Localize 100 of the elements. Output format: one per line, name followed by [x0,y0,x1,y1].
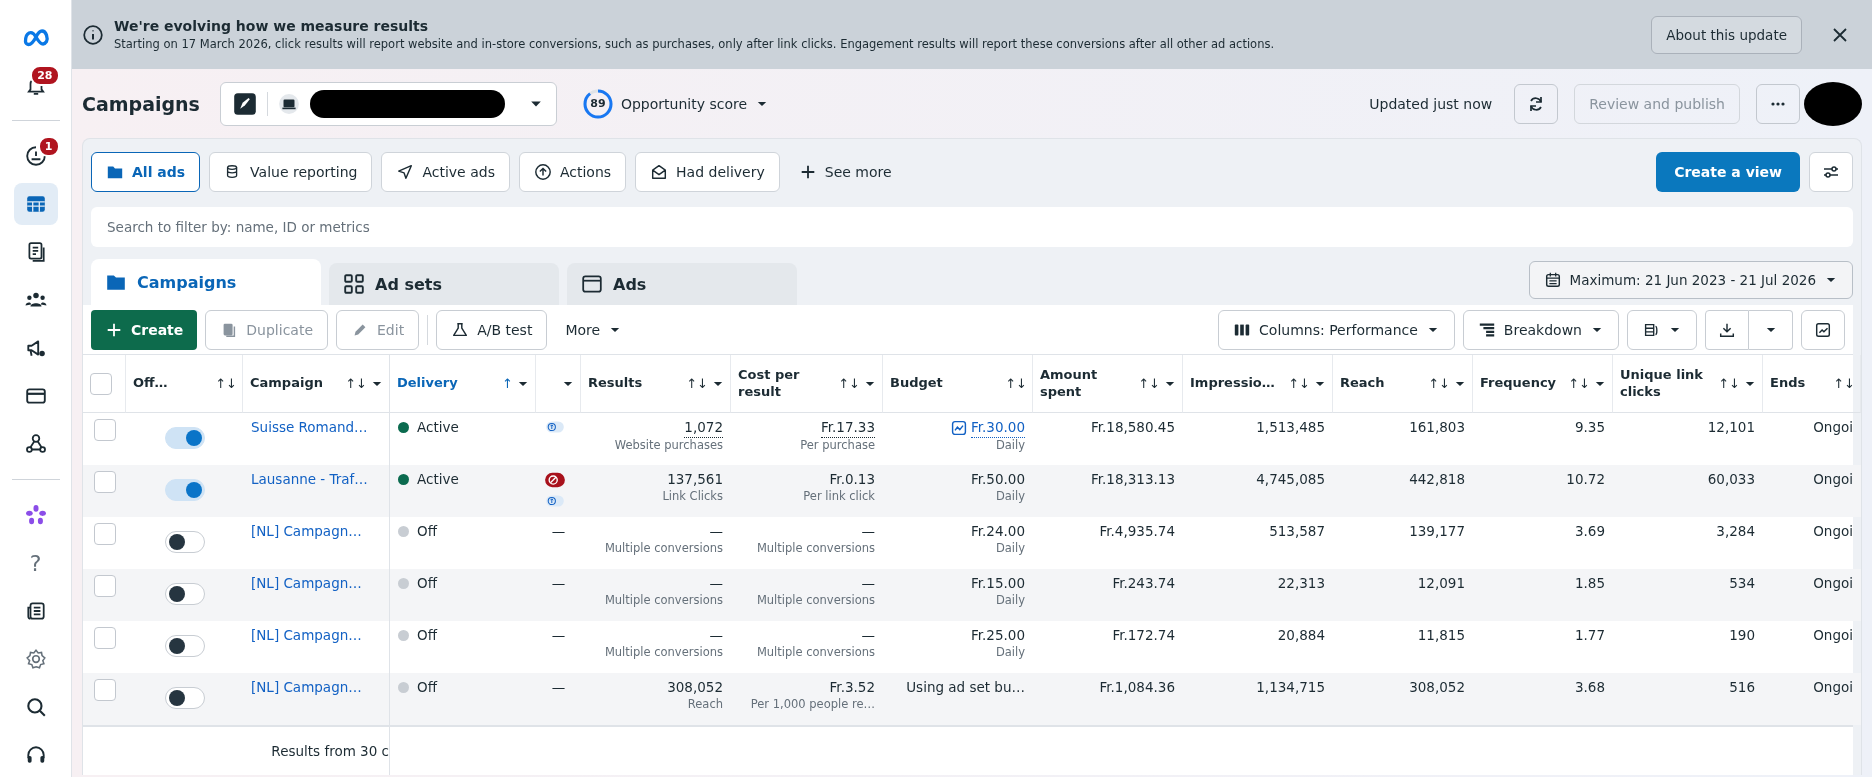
toggle-switch[interactable] [164,479,205,501]
column-header[interactable]: Frequency [1480,375,1566,392]
select-all-checkbox[interactable] [90,372,112,395]
table-cell: — [861,575,875,593]
sort-arrows[interactable]: ↑↓ [686,376,708,391]
table-cell: Fr.15.00 [970,575,1025,593]
column-header[interactable]: Delivery [397,375,500,392]
cell-caption: Multiple conversions [756,540,875,556]
toggle-switch[interactable] [164,635,205,657]
level-tab[interactable]: Ad sets [329,263,559,305]
date-range-button[interactable]: Maximum: 21 Jun 2023 - 21 Jul 2026 [1528,261,1853,299]
table-cell: — [709,627,723,645]
sidebar-item[interactable]: 1 [13,135,58,177]
delivery-status: Off [417,627,437,645]
column-header[interactable]: Cost per result [738,366,836,401]
table-cell: 1.77 [1574,627,1605,645]
campaign-link[interactable]: [NL] Campagn… [251,627,362,645]
toggle-switch[interactable] [164,687,205,709]
table-cell: 534 [1729,575,1755,593]
sort-arrows[interactable]: ↑↓ [1005,376,1027,391]
level-tab[interactable]: Campaigns [91,259,321,305]
column-header[interactable]: Off… [133,375,213,392]
toggle-switch[interactable] [164,531,205,553]
row-checkbox[interactable] [93,471,116,493]
create-button[interactable]: Create [91,309,198,350]
sort-arrows[interactable]: ↑↓ [1718,376,1740,391]
table-cell[interactable]: Fr.30.00 [970,419,1025,438]
row-checkbox[interactable] [93,627,116,649]
sidebar-item[interactable]: 28 [13,64,58,106]
table-cell: — [709,575,723,593]
campaign-link[interactable]: [NL] Campagn… [251,523,362,541]
column-header[interactable]: Unique link clicks [1620,366,1716,401]
column-header[interactable]: Impressio… [1190,375,1286,392]
sort-arrows[interactable]: ↑↓ [215,376,237,391]
column-header[interactable]: Results [588,375,684,392]
toggle-switch[interactable] [164,583,205,605]
sidebar-item[interactable]: ? [13,542,58,584]
table-cell: Fr.18,580.45 [1090,419,1175,437]
filter-button[interactable]: All ads [91,152,201,192]
column-header[interactable]: Campaign [250,375,343,392]
toggle-switch[interactable] [164,427,205,449]
paper-plane-icon [396,163,415,181]
about-update-button[interactable]: About this update [1651,15,1802,54]
row-checkbox[interactable] [93,679,116,701]
columns-dropdown[interactable]: Columns: Performance [1218,309,1455,350]
filter-button[interactable]: Value reporting [209,152,373,192]
table-cell: 161,803 [1409,419,1465,437]
table-cell: — [861,523,875,541]
row-checkbox[interactable] [93,523,116,545]
export-button[interactable] [1705,309,1749,350]
column-header[interactable]: Budget [890,375,1003,392]
row-checkbox[interactable] [93,575,116,597]
filter-button[interactable]: Had delivery [635,152,780,192]
sort-arrows[interactable]: ↑ [502,376,513,391]
see-more-button[interactable]: See more [788,163,902,181]
level-tab[interactable]: Ads [567,263,797,305]
breakdown-dropdown[interactable]: Breakdown [1462,309,1619,350]
page-title: Campaigns [82,92,200,115]
table-cell: Fr.25.00 [970,627,1025,645]
table-cell: Fr.4,935.74 [1099,523,1175,541]
column-header[interactable]: Amount spent [1040,366,1136,401]
card-icon [24,385,47,407]
refresh-button[interactable] [1514,83,1559,124]
column-header[interactable]: Ends [1770,375,1831,392]
delivery-status: Off [417,679,437,697]
window-icon [581,273,603,295]
table-cell: 11,815 [1417,627,1465,645]
delivery-status: Active [417,471,459,489]
column-header[interactable]: Reach [1340,375,1426,392]
account-selector[interactable] [219,81,557,126]
sort-arrows[interactable]: ↑↓ [1568,376,1590,391]
table-cell: 10.72 [1566,471,1605,489]
grid-icon [343,273,365,295]
row-checkbox[interactable] [93,419,116,441]
sort-arrows[interactable]: ↑↓ [1138,376,1160,391]
delivery-status: Off [417,523,437,541]
charts-button[interactable] [1801,309,1845,350]
headset-icon [24,744,47,766]
more-dropdown[interactable]: More [555,321,633,338]
filter-button[interactable]: Active ads [381,152,510,192]
sort-arrows[interactable]: ↑↓ [1428,376,1450,391]
table-cell: Ongoi [1813,523,1853,541]
table-cell: 1.85 [1574,575,1605,593]
sort-arrows[interactable]: ↑↓ [838,376,860,391]
create-view-button[interactable]: Create a view [1656,152,1800,192]
campaign-link[interactable]: Suisse Romand… [251,419,368,437]
flower-icon [24,504,47,526]
table-cell: 1,134,715 [1256,679,1325,697]
search-field[interactable]: Search to filter by: name, ID or metrics [91,207,1853,247]
view-settings-button[interactable] [1809,152,1853,192]
filter-button[interactable]: Actions [518,152,627,192]
calendar-icon [1543,271,1562,289]
table-icon [24,193,47,215]
opportunity-score-button[interactable]: 89 Opportunity score [572,88,780,119]
sort-arrows[interactable]: ↑↓ [345,376,367,391]
sort-arrows[interactable]: ↑↓ [1288,376,1310,391]
ab-test-button[interactable]: A/B test [436,309,548,350]
settings-icon [24,648,47,670]
sort-arrows[interactable]: ↑↓ [1833,376,1855,391]
reports-dropdown[interactable] [1627,309,1697,350]
